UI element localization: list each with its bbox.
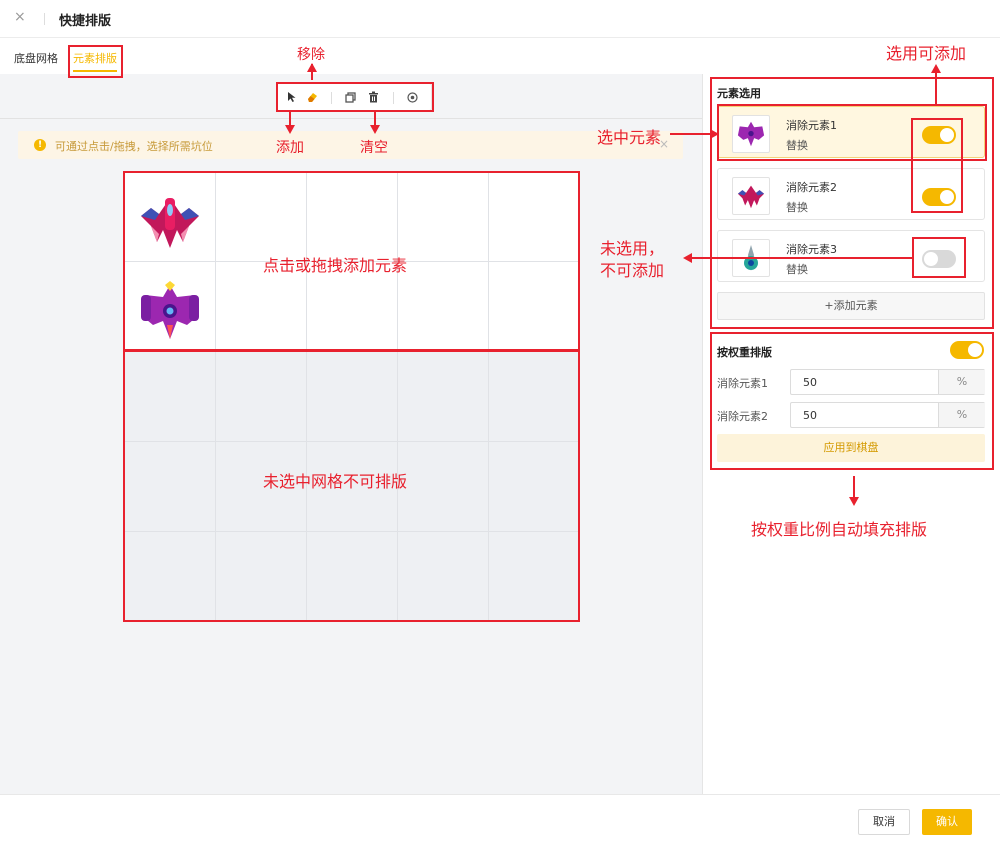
grid-cell[interactable] — [489, 172, 580, 262]
grid-cell[interactable] — [398, 532, 489, 622]
tab-chassis-grid[interactable]: 底盘网格 — [14, 50, 58, 66]
title-divider — [44, 13, 45, 25]
grid-cell[interactable] — [489, 442, 580, 532]
grid-cell[interactable] — [398, 442, 489, 532]
element-2-toggle[interactable] — [922, 188, 956, 206]
annotation-arrow — [307, 63, 317, 72]
element-name: 消除元素2 — [786, 181, 837, 194]
element-thumbnail — [732, 115, 770, 153]
percent-unit: % — [938, 403, 985, 427]
eraser-icon[interactable] — [305, 90, 319, 104]
grid-cell[interactable] — [125, 532, 216, 622]
annotation-not-selected-2: 不可添加 — [600, 261, 665, 280]
confirm-button[interactable]: 确认 — [922, 809, 972, 835]
toolbar-divider-line — [0, 118, 702, 119]
element-name: 消除元素1 — [786, 119, 837, 132]
ship-element-2-icon — [141, 281, 199, 339]
grid-cell[interactable] — [125, 352, 216, 442]
toolbar-divider — [393, 92, 394, 104]
annotation-clear: 清空 — [360, 140, 388, 156]
tab-bar: 底盘网格 元素排版 — [0, 39, 702, 73]
toggle-knob — [940, 190, 954, 204]
layout-toolbar — [276, 83, 432, 111]
element-thumbnail — [732, 177, 770, 215]
element-1-toggle[interactable] — [922, 126, 956, 144]
add-element-button[interactable]: +添加元素 — [717, 292, 985, 320]
grid-cell[interactable] — [489, 532, 580, 622]
grid-cell[interactable] — [307, 172, 398, 262]
annotation-arrow — [931, 64, 941, 73]
annotation-selected-element: 选中元素 — [597, 128, 662, 147]
annotation-not-selected-1: 未选用， — [600, 239, 665, 258]
copy-icon[interactable] — [343, 90, 357, 104]
warning-icon: ! — [34, 139, 46, 151]
settings-icon[interactable] — [405, 90, 419, 104]
annotation-selectable: 选用可添加 — [886, 44, 967, 63]
weights-toggle[interactable] — [950, 341, 984, 359]
grid-cell[interactable] — [489, 352, 580, 442]
annotation-line — [853, 476, 855, 498]
close-icon[interactable]: × — [14, 9, 26, 25]
annotation-add: 添加 — [276, 140, 304, 156]
element-name: 消除元素3 — [786, 243, 837, 256]
weights-section-title: 按权重排版 — [717, 346, 772, 359]
weight-label-1: 消除元素1 — [717, 377, 768, 390]
weight-input-1[interactable]: 50 % — [790, 369, 985, 395]
dialog-title: 快捷排版 — [59, 14, 112, 29]
ship-element-1-icon — [141, 198, 199, 248]
annotation-weight-autofill: 按权重比例自动填充排版 — [751, 520, 928, 539]
annotation-arrow — [370, 125, 380, 134]
annotation-arrow — [285, 125, 295, 134]
grid-cell[interactable] — [307, 532, 398, 622]
title-bar: × 快捷排版 — [0, 0, 1000, 38]
replace-link[interactable]: 替换 — [786, 261, 808, 277]
dialog-footer — [0, 794, 1000, 851]
toggle-knob — [940, 128, 954, 142]
annotation-unselected-grid: 未选中网格不可排版 — [263, 472, 408, 491]
trash-icon[interactable] — [366, 90, 380, 104]
annotation-arrow — [710, 129, 719, 139]
replace-link[interactable]: 替换 — [786, 137, 808, 153]
toggle-knob — [968, 343, 982, 357]
grid-cell[interactable] — [398, 172, 489, 262]
apply-to-board-button[interactable]: 应用到棋盘 — [717, 434, 985, 462]
annotation-arrow — [849, 497, 859, 506]
percent-unit: % — [938, 370, 985, 394]
grid-cell[interactable] — [398, 262, 489, 352]
grid-cell[interactable] — [125, 442, 216, 532]
annotation-line — [374, 112, 376, 126]
annotation-click-drag-add: 点击或拖拽添加元素 — [263, 256, 408, 275]
toggle-knob — [924, 252, 938, 266]
annotation-line — [690, 257, 912, 259]
weight-input-2[interactable]: 50 % — [790, 402, 985, 428]
annotation-remove: 移除 — [297, 47, 325, 63]
annotation-line — [289, 112, 291, 126]
grid-cell[interactable] — [489, 262, 580, 352]
grid-cell[interactable] — [216, 532, 307, 622]
grid-cell[interactable] — [216, 352, 307, 442]
grid-cell[interactable] — [216, 172, 307, 262]
weight-label-2: 消除元素2 — [717, 410, 768, 423]
grid-cell[interactable] — [307, 352, 398, 442]
cancel-button[interactable]: 取消 — [858, 809, 910, 835]
element-3-toggle[interactable] — [922, 250, 956, 268]
weight-value: 50 — [803, 376, 817, 389]
elements-section-title: 元素选用 — [717, 87, 761, 100]
active-tab-indicator — [73, 70, 117, 72]
annotation-arrow — [683, 253, 692, 263]
replace-link[interactable]: 替换 — [786, 199, 808, 215]
toolbar-divider — [331, 92, 332, 104]
notice-text: 可通过点击/拖拽，选择所需坑位 — [55, 140, 213, 153]
cursor-icon[interactable] — [285, 90, 299, 104]
ship-thumb-2-icon — [737, 185, 765, 209]
ship-thumb-1-icon — [737, 121, 765, 147]
hint-notice: ! 可通过点击/拖拽，选择所需坑位 × — [18, 131, 683, 159]
grid-cell[interactable] — [398, 352, 489, 442]
tab-element-layout[interactable]: 元素排版 — [73, 50, 117, 66]
weight-value: 50 — [803, 409, 817, 422]
